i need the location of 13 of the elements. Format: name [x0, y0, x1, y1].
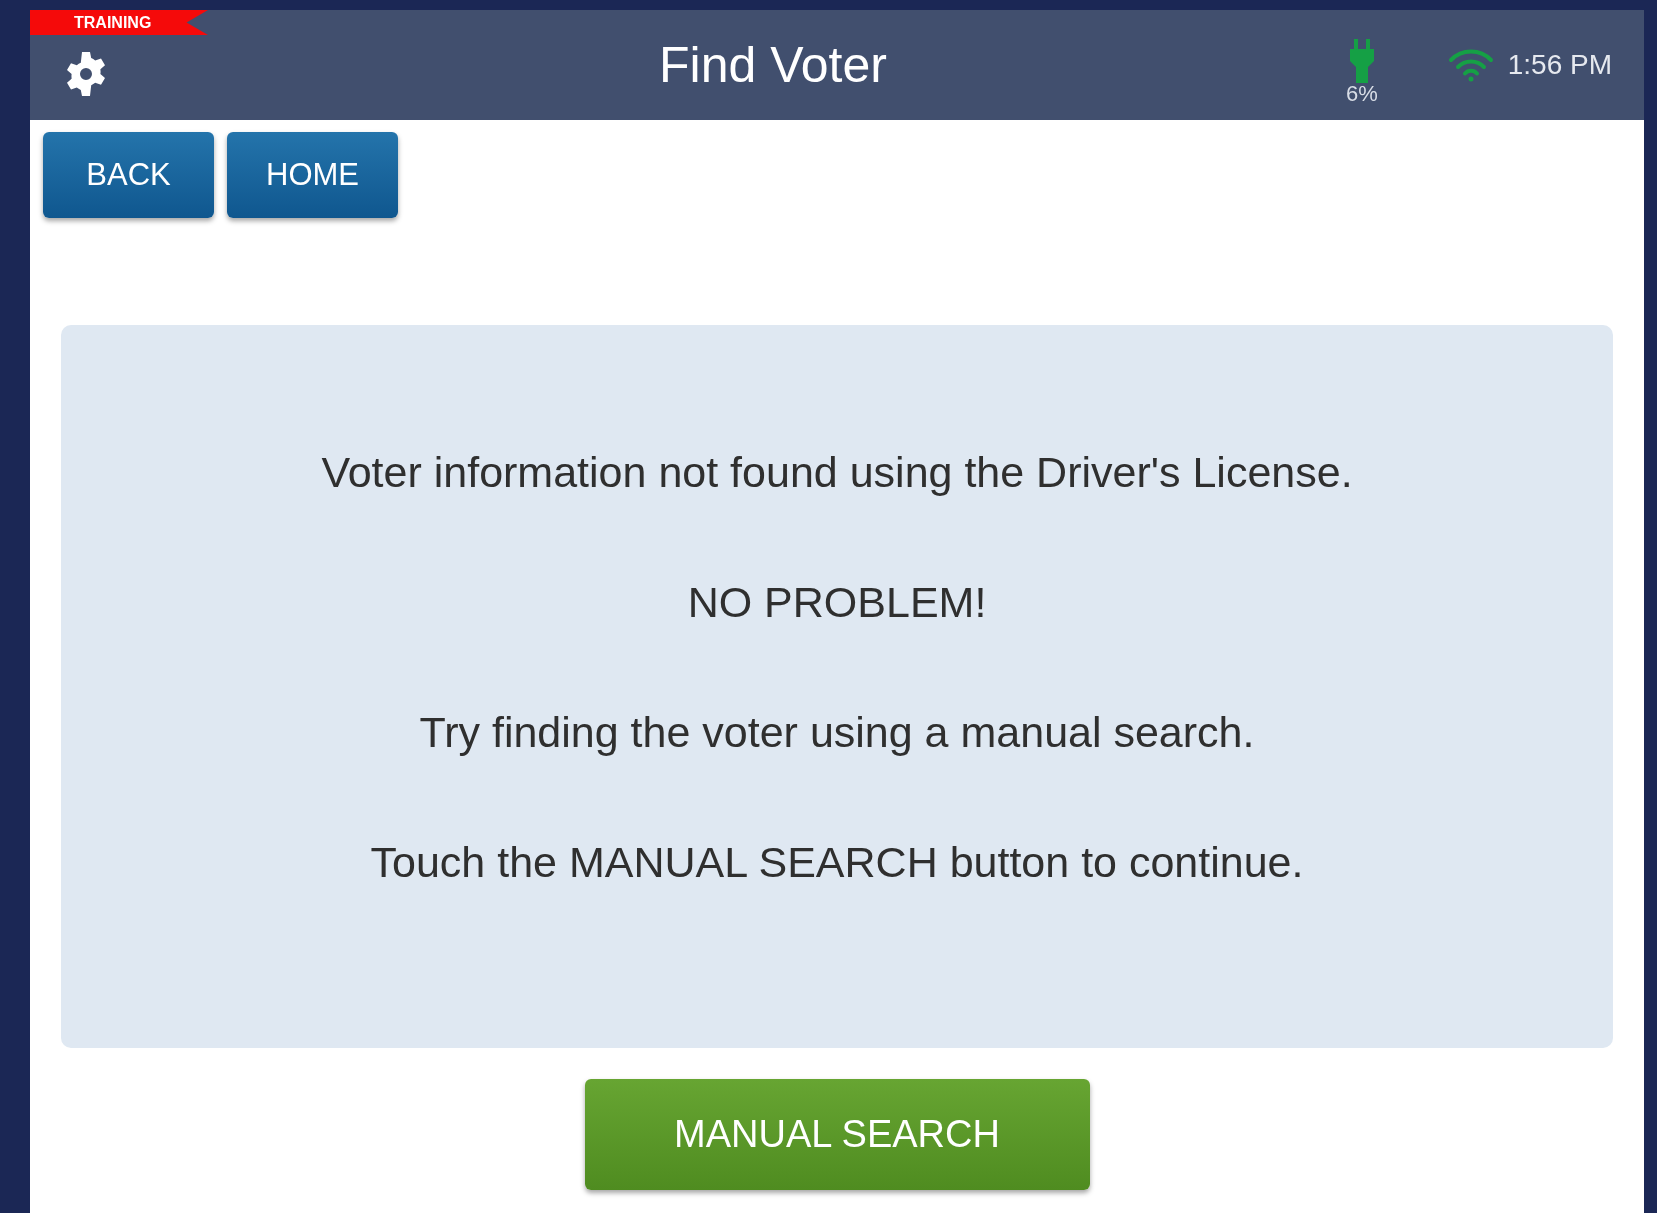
- nav-button[interactable]: HOME: [227, 132, 398, 218]
- message-text: Voter information not found using the Driver's License.: [321, 449, 1353, 494]
- message-text: Touch the MANUAL SEARCH button to continue.: [370, 839, 1304, 884]
- message-text: Try finding the voter using a manual search.: [419, 709, 1255, 754]
- clock-time: 1:56 PM: [1507, 48, 1612, 82]
- wifi-icon: [1447, 48, 1494, 82]
- nav-button[interactable]: BACK: [43, 132, 214, 218]
- battery-percent: 6%: [1345, 83, 1378, 105]
- manual-search-button[interactable]: MANUAL SEARCH: [584, 1079, 1090, 1190]
- training-ribbon: TRAINING: [30, 10, 208, 35]
- message-text: NO PROBLEM!: [687, 579, 987, 624]
- plug-icon: [1347, 39, 1376, 83]
- screen-title: Find Voter: [659, 35, 887, 95]
